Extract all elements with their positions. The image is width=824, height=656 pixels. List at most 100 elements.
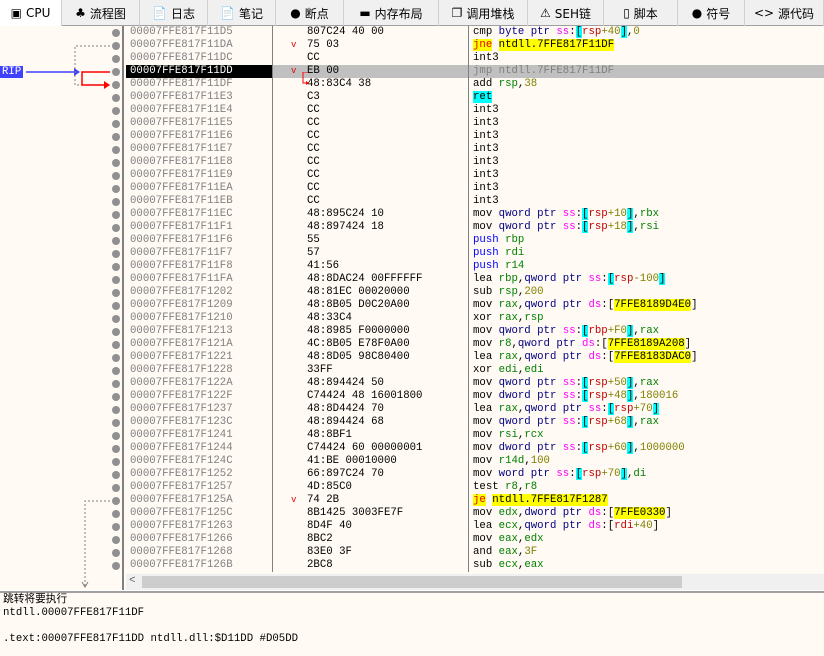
breakpoint-dot[interactable] <box>112 275 120 284</box>
disasm-row[interactable]: 00007FFE817F1263 8D4F 40 lea ecx,qword ptr… <box>126 520 824 533</box>
disasm-row[interactable]: 00007FFE817F1210 48:33C4 xor rax,rsp <box>126 312 824 325</box>
breakpoint-dot[interactable] <box>112 171 120 180</box>
tab-script[interactable]: ▯ 脚本 <box>604 0 678 26</box>
disasm-row[interactable]: 00007FFE817F11DF 48:83C4 38 add rsp,38 <box>126 78 824 91</box>
disasm-row[interactable]: 00007FFE817F11DC CC int3 <box>126 52 824 65</box>
breakpoint-dot[interactable] <box>112 93 120 102</box>
tab-source[interactable]: <> 源代码 <box>745 0 824 26</box>
tab-cpu[interactable]: ▣ CPU <box>0 0 62 27</box>
disasm-row[interactable]: 00007FFE817F11E7 CC int3 <box>126 143 824 156</box>
breakpoint-dot[interactable] <box>112 67 120 76</box>
scroll-left-icon[interactable]: < <box>129 575 136 587</box>
disasm-row[interactable]: 00007FFE817F122A 48:894424 50 mov qword pt… <box>126 377 824 390</box>
tab-notes[interactable]: 📄 笔记 <box>208 0 276 26</box>
instruction-token: :[ <box>601 507 615 519</box>
breakpoint-dot[interactable] <box>112 340 120 349</box>
breakpoint-dot[interactable] <box>112 80 120 89</box>
breakpoint-dot[interactable] <box>112 236 120 245</box>
breakpoint-dot[interactable] <box>112 184 120 193</box>
breakpoint-dot[interactable] <box>112 132 120 141</box>
horizontal-scrollbar[interactable]: < <box>126 574 824 590</box>
breakpoint-dot[interactable] <box>112 535 120 544</box>
disasm-row[interactable]: 00007FFE817F1257 4D:85C0 test r8,r8 <box>126 481 824 494</box>
tab-symbol[interactable]: ● 符号 <box>678 0 745 26</box>
breakpoint-dot[interactable] <box>112 444 120 453</box>
disasm-row[interactable]: 00007FFE817F11D5 807C24 40 00 cmp byte ptr… <box>126 26 824 39</box>
breakpoint-dot[interactable] <box>112 210 120 219</box>
breakpoint-dot[interactable] <box>112 41 120 50</box>
breakpoint-dot[interactable] <box>112 262 120 271</box>
breakpoint-dot[interactable] <box>112 418 120 427</box>
tab-breakpoint[interactable]: ● 断点 <box>276 0 344 26</box>
disasm-row[interactable]: 00007FFE817F121A 4C:8B05 E78F0A00 mov r8,q… <box>126 338 824 351</box>
tab-tree[interactable]: ♣ 流程图 <box>62 0 140 26</box>
instruction-token: rax <box>498 403 518 415</box>
disasm-row[interactable]: 00007FFE817F126B 2BC8 sub ecx,eax <box>126 559 824 572</box>
disasm-row[interactable]: 00007FFE817F1237 48:8D4424 70 lea rax,qwor… <box>126 403 824 416</box>
breakpoint-dot[interactable] <box>112 145 120 154</box>
breakpoint-dot[interactable] <box>112 223 120 232</box>
disasm-row[interactable]: 00007FFE817F125C 8B1425 3003FE7F mov edx,d… <box>126 507 824 520</box>
breakpoint-dot[interactable] <box>112 197 120 206</box>
breakpoint-dot[interactable] <box>112 353 120 362</box>
disasm-row[interactable]: 00007FFE817F1221 48:8D05 98C80400 lea rax,… <box>126 351 824 364</box>
disasm-row[interactable]: 00007FFE817F11EC 48:895C24 10 mov qword pt… <box>126 208 824 221</box>
breakpoint-dot[interactable] <box>112 405 120 414</box>
breakpoint-dot[interactable] <box>112 158 120 167</box>
scrollbar-thumb[interactable] <box>142 576 682 588</box>
breakpoint-dot[interactable] <box>112 457 120 466</box>
disasm-row[interactable]: 00007FFE817F11E8 CC int3 <box>126 156 824 169</box>
disasm-row[interactable]: 00007FFE817F1228 33FF xor edi,edi <box>126 364 824 377</box>
disasm-row[interactable]: 00007FFE817F11EA CC int3 <box>126 182 824 195</box>
breakpoint-dot[interactable] <box>112 548 120 557</box>
breakpoint-dot[interactable] <box>112 379 120 388</box>
disasm-row[interactable]: 00007FFE817F11FA 48:8DAC24 00FFFFFF lea rb… <box>126 273 824 286</box>
disasm-row[interactable]: 00007FFE817F122F C74424 48 16001800 mov dw… <box>126 390 824 403</box>
tab-memory[interactable]: ▬ 内存布局 <box>344 0 439 26</box>
breakpoint-dot[interactable] <box>112 392 120 401</box>
disasm-row[interactable]: 00007FFE817F11F7 57 push rdi <box>126 247 824 260</box>
disasm-row[interactable]: 00007FFE817F1268 83E0 3F and eax,3F <box>126 546 824 559</box>
breakpoint-dot[interactable] <box>112 483 120 492</box>
disasm-row[interactable]: 00007FFE817F1209 48:8B05 D0C20A00 mov rax,… <box>126 299 824 312</box>
disasm-row[interactable]: 00007FFE817F1213 48:8985 F0000000 mov qwor… <box>126 325 824 338</box>
disasm-row[interactable]: 00007FFE817F1244 C74424 60 00000001 mov dw… <box>126 442 824 455</box>
disasm-row[interactable]: 00007FFE817F11F8 41:56 push r14 <box>126 260 824 273</box>
disasm-row[interactable]: 00007FFE817F11E9 CC int3 <box>126 169 824 182</box>
disasm-row[interactable]: 00007FFE817F11F1 48:897424 18 mov qword pt… <box>126 221 824 234</box>
breakpoint-dot[interactable] <box>112 314 120 323</box>
breakpoint-dot[interactable] <box>112 106 120 115</box>
disasm-row[interactable]: 00007FFE817F11DA v 75 03 jne ntdll.7FFE817F… <box>126 39 824 52</box>
disasm-row[interactable]: 00007FFE817F11E5 CC int3 <box>126 117 824 130</box>
disasm-row[interactable]: 00007FFE817F11E6 CC int3 <box>126 130 824 143</box>
disasm-row[interactable]: 00007FFE817F1266 8BC2 mov eax,edx <box>126 533 824 546</box>
disasm-row[interactable]: 00007FFE817F11DD v EB 00 jmp ntdll.7FFE817F… <box>126 65 824 78</box>
breakpoint-dot[interactable] <box>112 522 120 531</box>
breakpoint-dot[interactable] <box>112 431 120 440</box>
disasm-row[interactable]: 00007FFE817F11E3 C3 ret <box>126 91 824 104</box>
breakpoint-dot[interactable] <box>112 366 120 375</box>
disasm-row[interactable]: 00007FFE817F1241 48:8BF1 mov rsi,rcx <box>126 429 824 442</box>
disasm-row[interactable]: 00007FFE817F11EB CC int3 <box>126 195 824 208</box>
disasm-row[interactable]: 00007FFE817F123C 48:894424 68 mov qword pt… <box>126 416 824 429</box>
breakpoint-dot[interactable] <box>112 301 120 310</box>
tab-callstack[interactable]: ❐ 调用堆栈 <box>439 0 528 26</box>
disasm-row[interactable]: 00007FFE817F11F6 55 push rbp <box>126 234 824 247</box>
disasm-row[interactable]: 00007FFE817F124C 41:BE 00010000 mov r14d,1… <box>126 455 824 468</box>
breakpoint-dot[interactable] <box>112 119 120 128</box>
breakpoint-dot[interactable] <box>112 470 120 479</box>
breakpoint-dot[interactable] <box>112 561 120 570</box>
tab-seh[interactable]: ⚠ SEH链 <box>528 0 604 26</box>
breakpoint-dot[interactable] <box>112 509 120 518</box>
disasm-row[interactable]: 00007FFE817F125A v 74 2B je ntdll.7FFE817F1… <box>126 494 824 507</box>
breakpoint-dot[interactable] <box>112 288 120 297</box>
breakpoint-dot[interactable] <box>112 54 120 63</box>
breakpoint-dot[interactable] <box>112 327 120 336</box>
breakpoint-dot[interactable] <box>112 496 120 505</box>
breakpoint-dot[interactable] <box>112 28 120 37</box>
disasm-row[interactable]: 00007FFE817F11E4 CC int3 <box>126 104 824 117</box>
breakpoint-dot[interactable] <box>112 249 120 258</box>
tab-log[interactable]: 📄 日志 <box>140 0 208 26</box>
disasm-row[interactable]: 00007FFE817F1202 48:81EC 00020000 sub rsp,… <box>126 286 824 299</box>
disasm-row[interactable]: 00007FFE817F1252 66:897C24 70 mov word ptr… <box>126 468 824 481</box>
